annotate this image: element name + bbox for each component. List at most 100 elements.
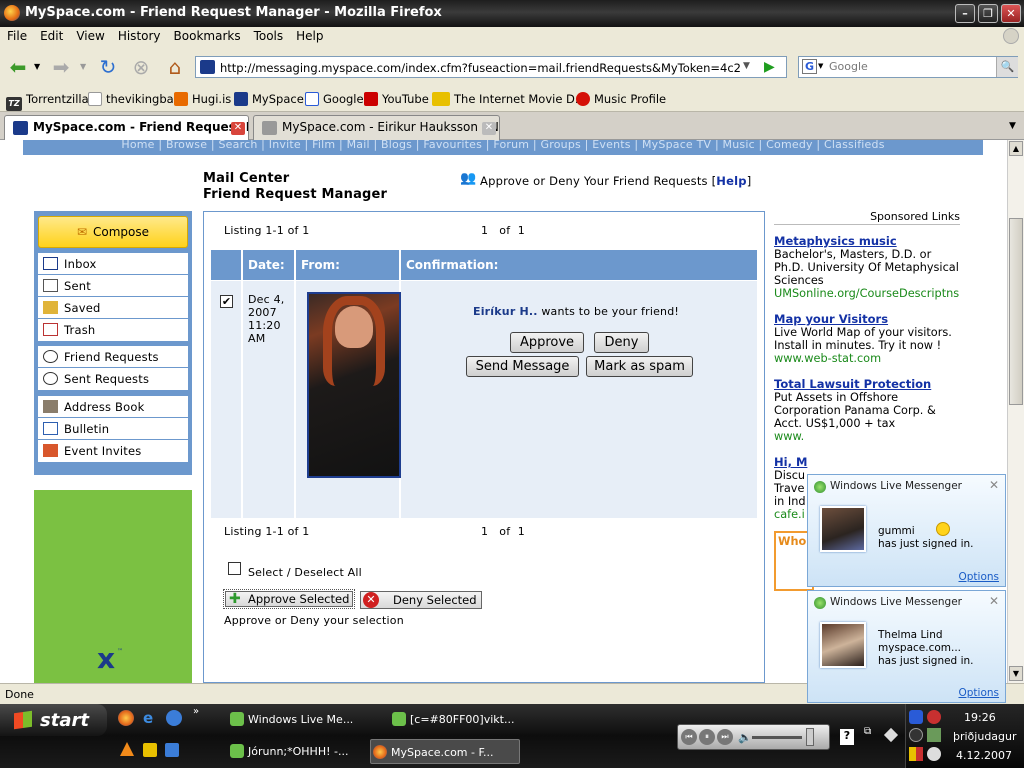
security-tray-icon[interactable] <box>927 710 941 724</box>
media-quicklaunch-icon[interactable] <box>166 710 182 726</box>
menu-file[interactable]: File <box>0 27 33 43</box>
sidebar-item-sent-requests[interactable]: Sent Requests <box>38 368 188 390</box>
pause-icon[interactable]: ⏸ <box>699 729 715 745</box>
taskbar-item-windows-live[interactable]: Windows Live Me... <box>228 707 378 732</box>
bookmark-myspace[interactable]: MySpace <box>234 92 304 106</box>
volume-slider[interactable] <box>752 736 802 739</box>
go-arrow-icon[interactable]: ▶ <box>764 59 775 75</box>
sidebar-item-trash[interactable]: Trash <box>38 319 188 341</box>
ie-quicklaunch-icon[interactable]: e <box>143 710 159 726</box>
request-checkbox[interactable]: ✔ <box>220 295 233 308</box>
bookmark-hugi[interactable]: Hugi.is <box>174 92 231 106</box>
sidebar-item-friend-requests[interactable]: Friend Requests <box>38 346 188 368</box>
close-tab-icon[interactable]: ✕ <box>231 122 245 135</box>
tab-list-dropdown-icon[interactable]: ▼ <box>1009 121 1016 131</box>
sidebar-item-address-book[interactable]: Address Book <box>38 396 188 418</box>
bookmark-google[interactable]: Google <box>305 92 364 106</box>
app-quicklaunch-icon[interactable] <box>165 743 179 757</box>
app-tray-icon[interactable] <box>927 728 941 742</box>
quicklaunch-expand-icon[interactable]: » <box>193 706 199 717</box>
sidebar-item-inbox[interactable]: Inbox <box>38 253 188 275</box>
start-button[interactable]: start <box>0 704 107 736</box>
close-notification-icon[interactable]: ✕ <box>989 594 999 608</box>
close-window-button[interactable]: ✕ <box>1001 4 1021 23</box>
back-button[interactable]: ⬅ <box>5 55 31 79</box>
bookmark-thevikingbay[interactable]: thevikingbay <box>88 92 180 106</box>
notepad-quicklaunch-icon[interactable] <box>143 743 157 757</box>
steam-tray-icon[interactable] <box>909 728 923 742</box>
sidebar-item-event-invites[interactable]: Event Invites <box>38 440 188 462</box>
taskbar-item-chat-vikt[interactable]: [c=#80FF00]vikt... <box>390 707 540 732</box>
media-expand-icon[interactable] <box>806 728 814 746</box>
ad-lawsuit-protection[interactable]: Total Lawsuit Protection Put Assets in Of… <box>774 378 960 444</box>
clock-time[interactable]: 19:26 <box>964 711 996 724</box>
ad-metaphysics[interactable]: Metaphysics music Bachelor's, Masters, D.… <box>774 235 960 301</box>
firefox-quicklaunch-icon[interactable] <box>118 710 134 726</box>
menu-edit[interactable]: Edit <box>33 27 69 43</box>
flag-tray-icon[interactable] <box>909 747 923 761</box>
approve-selected-button[interactable]: ✚ Approve Selected <box>223 589 355 609</box>
scroll-down-arrow-icon[interactable]: ▼ <box>1009 666 1023 681</box>
messenger-notification-gummi[interactable]: Windows Live Messenger ✕ gummi has just … <box>807 474 1006 587</box>
diamond-tray-icon[interactable] <box>883 727 899 743</box>
previous-track-icon[interactable]: ⏮ <box>681 729 697 745</box>
restore-tray-icon[interactable]: ⧉ <box>864 726 871 737</box>
search-input[interactable]: Google <box>829 60 868 73</box>
address-bar[interactable]: http://messaging.myspace.com/index.cfm?f… <box>195 56 787 78</box>
stop-button[interactable]: ⊗ <box>128 55 154 79</box>
next-track-icon[interactable]: ⏭ <box>717 729 733 745</box>
taskbar-item-chat-jorunn[interactable]: Jórunn;*OHHH! -... <box>228 739 378 764</box>
options-link[interactable]: Options <box>958 571 999 583</box>
advertisement-banner[interactable]: x ™ <box>34 490 192 683</box>
search-icon[interactable]: 🔍 <box>996 57 1018 77</box>
scrollbar-thumb[interactable] <box>1009 218 1023 405</box>
approve-button[interactable]: Approve <box>510 332 584 353</box>
menu-bookmarks[interactable]: Bookmarks <box>167 27 247 43</box>
bookmark-torrentzilla[interactable]: TZ Torrentzilla <box>6 92 89 111</box>
bookmark-music-profile[interactable]: Music Profile <box>576 92 666 106</box>
menu-history[interactable]: History <box>111 27 167 43</box>
deny-selected-button[interactable]: ✕ Deny Selected <box>360 591 482 609</box>
network-tray-icon[interactable] <box>909 710 923 724</box>
ad-map-visitors[interactable]: Map your Visitors Live World Map of your … <box>774 313 960 366</box>
menu-tools[interactable]: Tools <box>247 27 290 43</box>
messenger-notification-thelma[interactable]: Windows Live Messenger ✕ Thelma Lind mys… <box>807 590 1006 703</box>
requester-name-link[interactable]: Eiríkur H.. <box>473 305 538 318</box>
sidebar-item-bulletin[interactable]: Bulletin <box>38 418 188 440</box>
maximize-button[interactable]: ❐ <box>978 4 998 23</box>
compose-button[interactable]: ✉ Compose <box>38 216 188 248</box>
close-notification-icon[interactable]: ✕ <box>989 478 999 492</box>
vertical-scrollbar[interactable]: ▲ ▼ <box>1007 140 1024 683</box>
forward-button[interactable]: ➡ <box>48 55 74 79</box>
bookmark-imdb[interactable]: The Internet Movie D... <box>432 92 586 106</box>
help-link[interactable]: Help <box>716 174 746 188</box>
tab-eirikur-hauksson[interactable]: MySpace.com - Eirikur Hauksson - NO ... … <box>253 115 500 140</box>
bookmark-youtube[interactable]: YouTube <box>364 92 429 106</box>
close-tab-icon[interactable]: ✕ <box>482 122 496 135</box>
clock-tray-icon[interactable] <box>927 747 941 761</box>
requester-photo[interactable] <box>307 292 401 478</box>
site-navigation[interactable]: Home | Browse | Search | Invite | Film |… <box>23 140 983 155</box>
taskbar-item-firefox[interactable]: MySpace.com - F... <box>370 739 520 764</box>
sidebar-item-sent[interactable]: Sent <box>38 275 188 297</box>
vlc-quicklaunch-icon[interactable] <box>120 742 134 756</box>
address-dropdown-icon[interactable]: ▼ <box>743 61 750 71</box>
home-button[interactable]: ⌂ <box>162 55 188 79</box>
media-player-toolbar[interactable]: ⏮ ⏸ ⏭ 🔈 <box>677 724 830 750</box>
scroll-up-arrow-icon[interactable]: ▲ <box>1009 141 1023 156</box>
reload-button[interactable]: ↻ <box>95 55 121 79</box>
menu-view[interactable]: View <box>69 27 110 43</box>
sidebar-item-saved[interactable]: Saved <box>38 297 188 319</box>
forward-history-dropdown[interactable]: ▼ <box>80 62 86 71</box>
minimize-button[interactable]: – <box>955 4 975 23</box>
google-engine-icon[interactable]: G <box>802 59 817 74</box>
send-message-button[interactable]: Send Message <box>466 356 579 377</box>
back-history-dropdown[interactable]: ▼ <box>34 62 40 71</box>
mark-as-spam-button[interactable]: Mark as spam <box>586 356 693 377</box>
options-link[interactable]: Options <box>958 687 999 699</box>
volume-icon[interactable]: 🔈 <box>738 731 752 744</box>
select-all-checkbox[interactable] <box>228 562 241 575</box>
deny-button[interactable]: Deny <box>594 332 649 353</box>
search-box[interactable]: G ▼ Google 🔍 <box>798 56 1018 78</box>
engine-dropdown-icon[interactable]: ▼ <box>818 62 823 70</box>
